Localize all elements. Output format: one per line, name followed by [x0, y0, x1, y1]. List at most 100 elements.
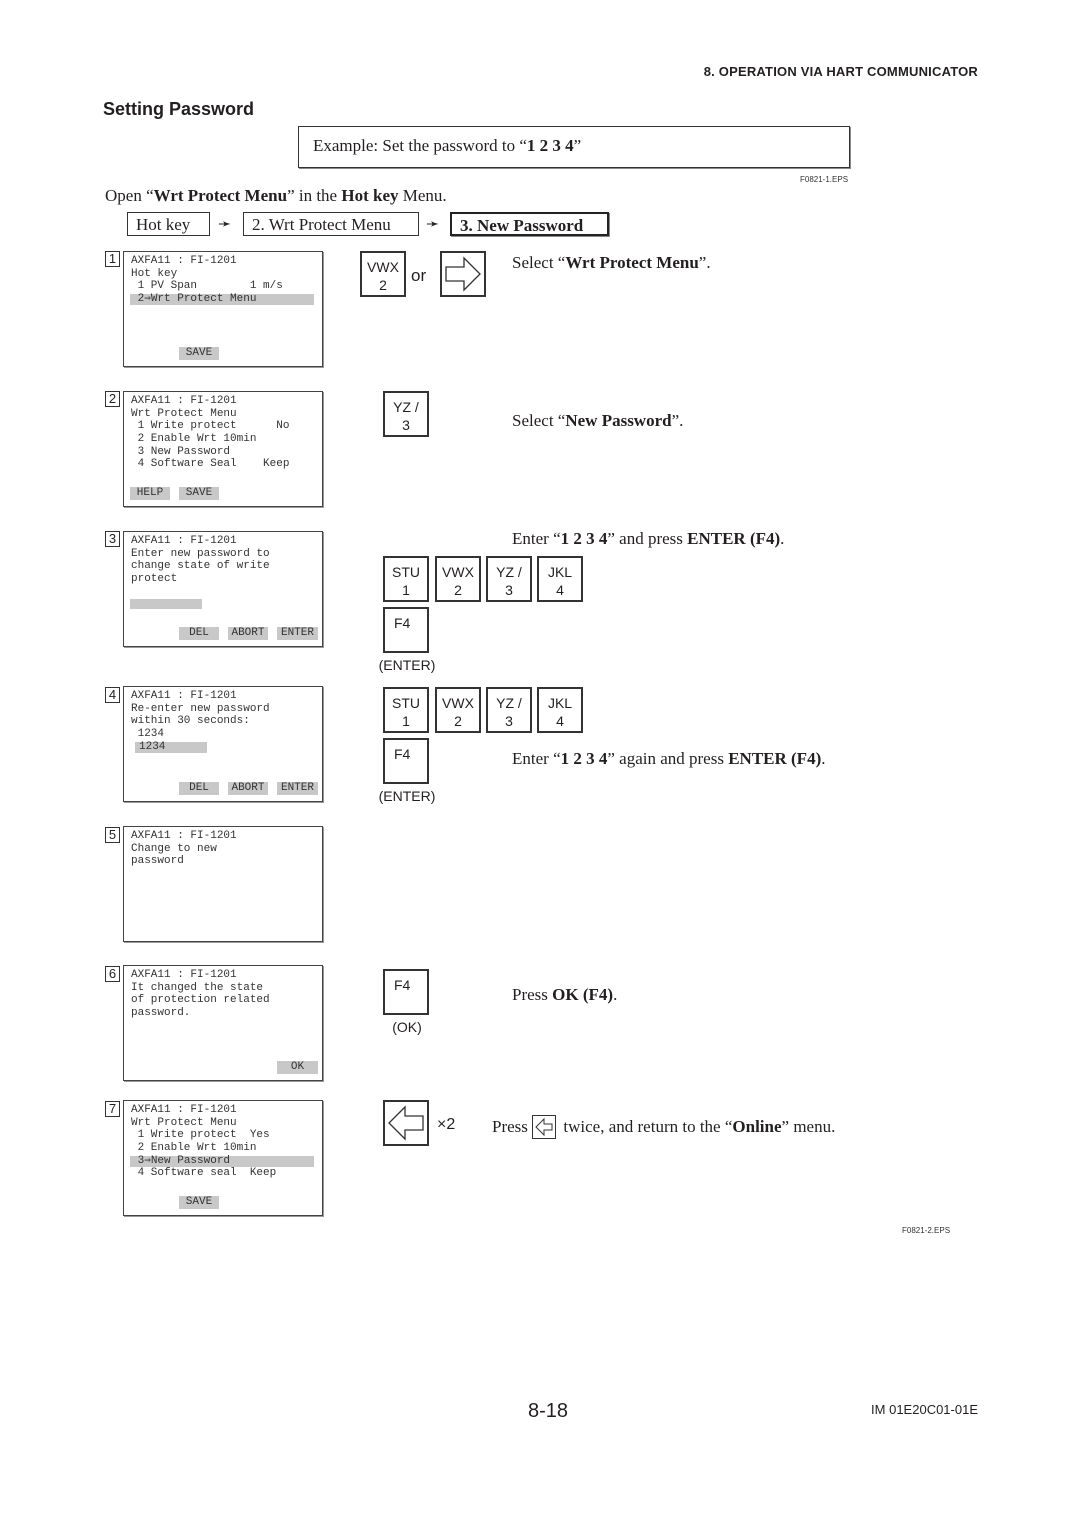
- menu-item-enable-wrt[interactable]: 2 Enable Wrt 10min: [131, 433, 257, 446]
- instruction-step-3: Enter “1 2 3 4” and press ENTER (F4).: [512, 529, 785, 548]
- example-suffix: ”: [573, 136, 582, 155]
- menu-item-write-protect[interactable]: 1 Write protect Yes: [131, 1129, 270, 1142]
- breadcrumb-arrow-icon: ➛: [426, 216, 440, 233]
- example-text: Example: Set the password to “1 2 3 4”: [313, 136, 581, 156]
- communicator-screen-step-1: AXFA11 : FI-1201 Hot key 1 PV Span 1 m/s…: [123, 251, 323, 367]
- screen-line: AXFA11 : FI-1201: [131, 690, 237, 702]
- screen-line: AXFA11 : FI-1201: [131, 395, 237, 407]
- instruction-step-7: Press twice, and return to the “Online” …: [492, 1115, 835, 1139]
- breadcrumb-item-hot-key: Hot key: [127, 212, 210, 236]
- or-label: or: [411, 266, 427, 285]
- password-input[interactable]: [130, 599, 202, 609]
- key-vwx-2[interactable]: VWX 2: [435, 556, 481, 602]
- key-caption-enter: (ENTER): [378, 657, 436, 673]
- left-arrow-icon: [535, 1117, 553, 1137]
- breadcrumb-arrow-icon: ➛: [218, 216, 232, 233]
- key-jkl-4[interactable]: JKL 4: [537, 556, 583, 602]
- softkey-save[interactable]: SAVE: [179, 487, 219, 500]
- step-number: 4: [105, 687, 120, 703]
- key-caption-ok: (OK): [392, 1019, 422, 1035]
- screen-line: Wrt Protect Menu: [131, 408, 237, 420]
- password-reentry-input[interactable]: 1234: [135, 742, 207, 753]
- communicator-screen-step-4: AXFA11 : FI-1201 Re-enter new password w…: [123, 686, 323, 802]
- section-title: Setting Password: [103, 99, 255, 119]
- key-stu-1[interactable]: STU 1: [383, 556, 429, 602]
- key-vwx-2[interactable]: VWX 2: [360, 251, 406, 297]
- right-arrow-icon: [445, 256, 481, 292]
- menu-item-software-seal[interactable]: 4 Software Seal Keep: [131, 458, 290, 471]
- softkey-abort[interactable]: ABORT: [228, 782, 268, 795]
- step-number: 1: [105, 251, 120, 267]
- screen-line: within 30 seconds:: [131, 715, 250, 727]
- key-f4-ok[interactable]: F4: [383, 969, 429, 1015]
- key-yz-3[interactable]: YZ /3: [383, 391, 429, 437]
- step-number: 7: [105, 1101, 120, 1117]
- screen-line: Re-enter new password: [131, 703, 270, 715]
- example-value: 1 2 3 4: [526, 136, 574, 155]
- softkey-ok[interactable]: OK: [277, 1061, 318, 1074]
- screen-line: 1234: [131, 728, 165, 740]
- softkey-abort[interactable]: ABORT: [228, 627, 268, 640]
- communicator-screen-step-3: AXFA11 : FI-1201 Enter new password to c…: [123, 531, 323, 647]
- screen-line: 1 PV Span 1 m/s: [131, 280, 283, 292]
- communicator-screen-step-7: AXFA11 : FI-1201 Wrt Protect Menu 1 Writ…: [123, 1100, 323, 1216]
- key-caption-enter: (ENTER): [378, 788, 436, 804]
- screen-line: AXFA11 : FI-1201: [131, 1104, 237, 1116]
- menu-item-new-password[interactable]: 3⇒New Password: [131, 1155, 230, 1168]
- softkey-enter[interactable]: ENTER: [277, 627, 318, 640]
- screen-line: protect: [131, 573, 178, 585]
- figure-label: F0821-2.EPS: [902, 1226, 951, 1235]
- step-number: 2: [105, 391, 120, 407]
- screen-line: AXFA11 : FI-1201: [131, 969, 237, 981]
- instruction-step-2: Select “New Password”.: [512, 411, 684, 430]
- instruction-step-6: Press OK (F4).: [512, 985, 618, 1004]
- document-id: IM 01E20C01-01E: [871, 1402, 978, 1417]
- breadcrumb-item-new-password: 3. New Password: [450, 212, 609, 236]
- left-arrow-key[interactable]: [383, 1100, 429, 1146]
- step-number: 3: [105, 531, 120, 547]
- menu-item-enable-wrt[interactable]: 2 Enable Wrt 10min: [131, 1142, 257, 1155]
- screen-line: Hot key: [131, 268, 178, 280]
- key-vwx-2[interactable]: VWX 2: [435, 687, 481, 733]
- menu-item-write-protect[interactable]: 1 Write protect No: [131, 420, 290, 433]
- instruction-step-4: Enter “1 2 3 4” again and press ENTER (F…: [512, 749, 826, 768]
- menu-item-new-password[interactable]: 3 New Password: [131, 446, 230, 459]
- softkey-del[interactable]: DEL: [179, 627, 219, 640]
- step-number: 6: [105, 966, 120, 982]
- breadcrumb-item-wrt-protect-menu: 2. Wrt Protect Menu: [243, 212, 419, 236]
- example-prefix: Example: Set the password to “: [313, 136, 527, 155]
- screen-line: Enter new password to: [131, 548, 270, 560]
- screen-line: Change to new: [131, 843, 217, 855]
- key-yz-3[interactable]: YZ /3: [486, 556, 532, 602]
- key-jkl-4[interactable]: JKL 4: [537, 687, 583, 733]
- page-number: 8-18: [528, 1400, 569, 1422]
- left-arrow-icon: [388, 1105, 424, 1141]
- right-arrow-key[interactable]: [440, 251, 486, 297]
- communicator-screen-step-6: AXFA11 : FI-1201 It changed the state of…: [123, 965, 323, 1081]
- screen-line: password.: [131, 1007, 191, 1019]
- softkey-save[interactable]: SAVE: [179, 347, 219, 360]
- running-head: 8. OPERATION VIA HART COMMUNICATOR: [703, 64, 978, 79]
- screen-line: AXFA11 : FI-1201: [131, 830, 237, 842]
- screen-line: Wrt Protect Menu: [131, 1117, 237, 1129]
- menu-item-wrt-protect-menu[interactable]: 2⇒Wrt Protect Menu: [131, 293, 257, 306]
- key-f4-enter[interactable]: F4: [383, 607, 429, 653]
- left-arrow-key-inline: [532, 1115, 557, 1139]
- menu-item-software-seal[interactable]: 4 Software seal Keep: [131, 1167, 277, 1180]
- communicator-screen-step-2: AXFA11 : FI-1201 Wrt Protect Menu 1 Writ…: [123, 391, 323, 507]
- step-number: 5: [105, 827, 120, 843]
- key-stu-1[interactable]: STU 1: [383, 687, 429, 733]
- softkey-save[interactable]: SAVE: [179, 1196, 219, 1209]
- key-f4-enter[interactable]: F4: [383, 738, 429, 784]
- key-yz-3[interactable]: YZ /3: [486, 687, 532, 733]
- example-box: Example: Set the password to “1 2 3 4”: [298, 126, 850, 168]
- softkey-del[interactable]: DEL: [179, 782, 219, 795]
- softkey-help[interactable]: HELP: [130, 487, 170, 500]
- screen-line: change state of write: [131, 560, 270, 572]
- communicator-screen-step-5: AXFA11 : FI-1201 Change to new password: [123, 826, 323, 942]
- softkey-enter[interactable]: ENTER: [277, 782, 318, 795]
- screen-line: AXFA11 : FI-1201: [131, 535, 237, 547]
- figure-label: F0821-1.EPS: [800, 175, 849, 184]
- screen-line: password: [131, 855, 184, 867]
- screen-line: AXFA11 : FI-1201: [131, 255, 237, 267]
